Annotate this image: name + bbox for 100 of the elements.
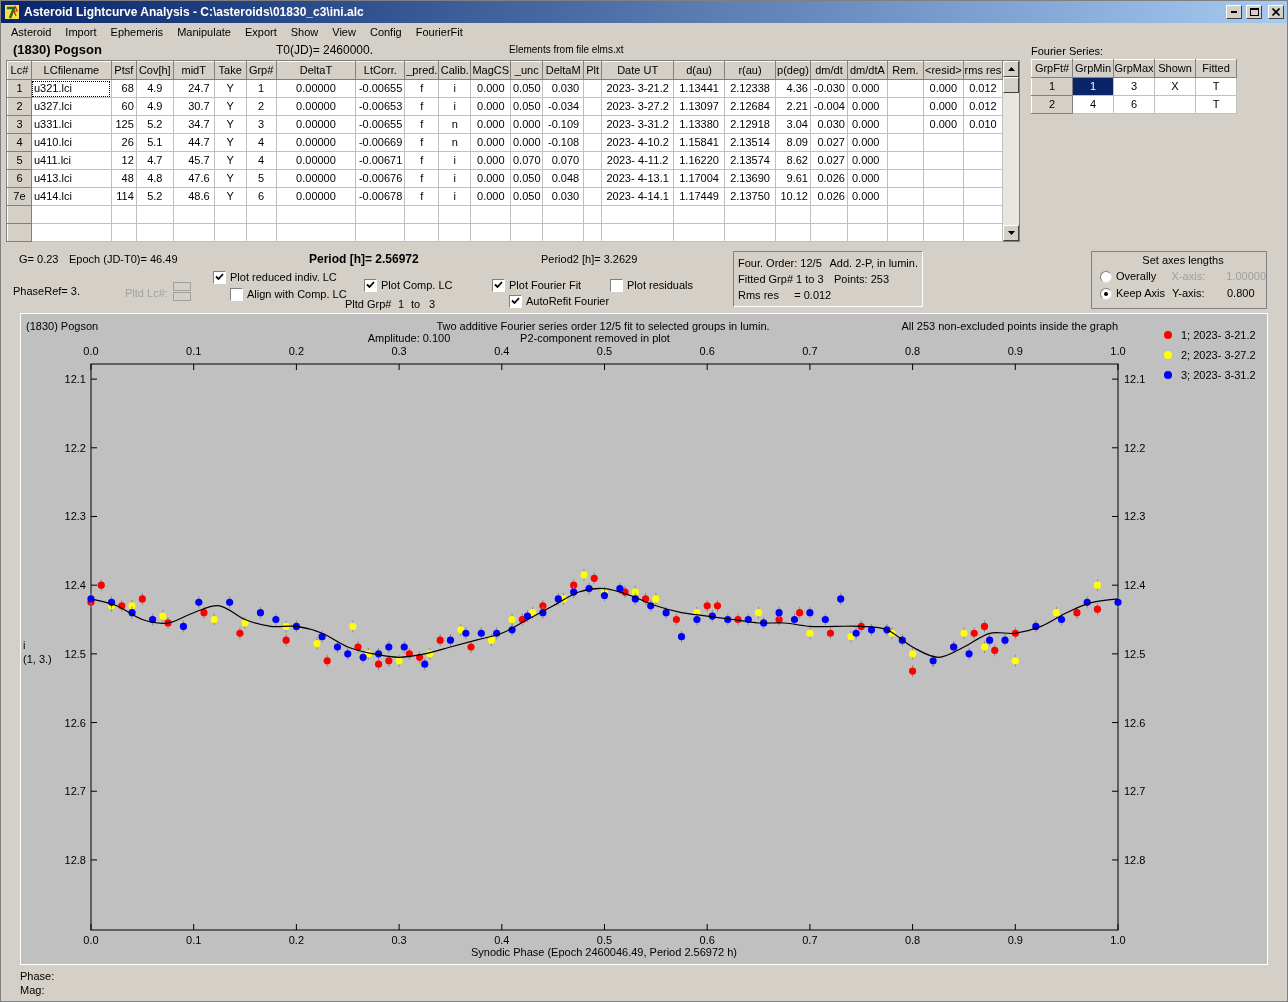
table-cell: -0.030 xyxy=(810,79,848,98)
table-cell: 1.17449 xyxy=(673,187,725,206)
table-cell: 68 xyxy=(111,79,137,98)
table-cell: 48.6 xyxy=(173,187,215,206)
y-tick-label: 12.5 xyxy=(1124,647,1146,660)
table-cell: 0.000 xyxy=(847,115,888,134)
x-tick-label: 0.0 xyxy=(83,345,99,357)
table-cell: u414.lci xyxy=(31,187,112,206)
table-cell: f xyxy=(404,151,439,170)
cursor-readout-label: Phase: xyxy=(20,969,56,983)
amplitude-label: Amplitude: 0.100 xyxy=(367,332,451,344)
y-axis-note: (1, 3.) xyxy=(23,653,52,665)
table-cell: 12 xyxy=(111,151,137,170)
y-tick-label: 12.6 xyxy=(1124,716,1146,729)
table-cell: 5 xyxy=(246,169,277,188)
table-cell: -0.00653 xyxy=(355,97,405,116)
table-cell: f xyxy=(404,187,439,206)
x-tick-label: 0.3 xyxy=(391,934,407,946)
y-tick-label: 12.1 xyxy=(64,373,86,386)
table-cell: 2023- 4-13.1 xyxy=(601,169,674,188)
table-cell: 2.13750 xyxy=(724,187,776,206)
table-cell: 1.15841 xyxy=(673,133,725,152)
table-cell: 0.000 xyxy=(923,97,964,116)
fourier-series-label: Fourier Series: xyxy=(1031,44,1105,59)
table-cell: 0.026 xyxy=(810,187,848,206)
table-cell: 125 xyxy=(111,115,137,134)
table-cell: 10.12 xyxy=(775,187,811,206)
x-tick-label: 1.0 xyxy=(1110,345,1126,357)
y-tick-label: 12.5 xyxy=(64,647,86,660)
table-cell: Y xyxy=(214,187,247,206)
table-cell: 0.000 xyxy=(847,151,888,170)
pltd-grp-to: 3 xyxy=(429,297,436,312)
x-tick-label: 0.9 xyxy=(1007,345,1023,357)
table-cell: 4.9 xyxy=(136,79,174,98)
table-cell: 0.012 xyxy=(963,97,1003,116)
table-cell: 0.00000 xyxy=(276,79,356,98)
table-cell: 0.048 xyxy=(542,169,584,188)
table-cell: n xyxy=(438,133,471,152)
table-cell: 0.000 xyxy=(470,187,511,206)
table-cell: 0.000 xyxy=(847,187,888,206)
fit-info-text: Fitted Grp# 1 to 3 xyxy=(738,272,825,287)
table-cell: 48 xyxy=(111,169,137,188)
table-cell: 0.00000 xyxy=(276,187,356,206)
table-cell: 2.13574 xyxy=(724,151,776,170)
table-cell: 3.04 xyxy=(775,115,811,134)
fit-info-text: Four. Order: 12/5 xyxy=(738,256,823,271)
table-cell: 1.17004 xyxy=(673,169,725,188)
y-tick-label: 12.6 xyxy=(64,716,86,729)
x-tick-label: 0.6 xyxy=(699,345,715,357)
table-cell: 0.000 xyxy=(847,133,888,152)
table-cell: 0.026 xyxy=(810,169,848,188)
table-cell: -0.00655 xyxy=(355,79,405,98)
table-cell: n xyxy=(438,115,471,134)
x-axis-label: Synodic Phase (Epoch 2460046.49, Period 2.56972 h) xyxy=(471,946,737,958)
y-axis-label: i xyxy=(23,639,26,651)
epoch-value: Epoch (JD-T0)= 46.49 xyxy=(69,252,178,267)
table-cell: 0.030 xyxy=(542,187,584,206)
x-tick-label: 0.4 xyxy=(494,345,510,357)
table-cell: 2.12918 xyxy=(724,115,776,134)
legend-label: 3; 2023- 3-31.2 xyxy=(1181,369,1256,381)
y-tick-label: 12.1 xyxy=(1124,373,1146,386)
y-tick-label: 12.7 xyxy=(1124,785,1146,798)
x-tick-label: 0.9 xyxy=(1007,934,1023,946)
table-cell: 2023- 3-21.2 xyxy=(601,79,674,98)
table-cell: Y xyxy=(214,97,247,116)
table-cell: 0.070 xyxy=(510,151,543,170)
phase-ref-value: PhaseRef= 3. xyxy=(13,284,80,299)
x-tick-label: 0.5 xyxy=(596,345,613,357)
table-cell: 0.000 xyxy=(923,79,964,98)
table-cell: 0.050 xyxy=(510,97,543,116)
y-tick-label: 12.3 xyxy=(64,510,86,523)
x-tick-label: 0.3 xyxy=(391,345,407,357)
table-cell: 1.13380 xyxy=(673,115,725,134)
table-cell: 2023- 4-10.2 xyxy=(601,133,674,152)
table-cell: 60 xyxy=(111,97,137,116)
x-tick-label: 0.7 xyxy=(802,934,818,946)
table-cell: 8.09 xyxy=(775,133,811,152)
table-cell: 2 xyxy=(246,97,277,116)
table-cell: 44.7 xyxy=(173,133,215,152)
axis-value: 0.800 xyxy=(1227,286,1255,302)
table-cell: 5.2 xyxy=(136,187,174,206)
table-cell: -0.00669 xyxy=(355,133,405,152)
table-cell: -0.109 xyxy=(542,115,584,134)
period2-value: Period2 [h]= 3.2629 xyxy=(541,252,638,267)
table-cell: Y xyxy=(214,115,247,134)
table-cell: 1 xyxy=(246,79,277,98)
table-cell: 0.000 xyxy=(510,115,543,134)
x-tick-label: 0.7 xyxy=(802,345,818,357)
x-tick-label: 0.2 xyxy=(288,934,305,946)
table-cell: 0.027 xyxy=(810,133,848,152)
table-cell: 0.00000 xyxy=(276,97,356,116)
fit-info-text: Points: 253 xyxy=(834,272,890,287)
period-value: Period [h]= 2.56972 xyxy=(309,251,419,268)
x-tick-label: 0.1 xyxy=(186,934,202,946)
table-cell: 5.2 xyxy=(136,115,174,134)
table-cell: 0.00000 xyxy=(276,115,356,134)
table-cell: i xyxy=(438,187,471,206)
table-cell: f xyxy=(404,115,439,134)
cursor-readout-label: Mag: xyxy=(20,983,46,997)
table-cell: 4.36 xyxy=(775,79,811,98)
